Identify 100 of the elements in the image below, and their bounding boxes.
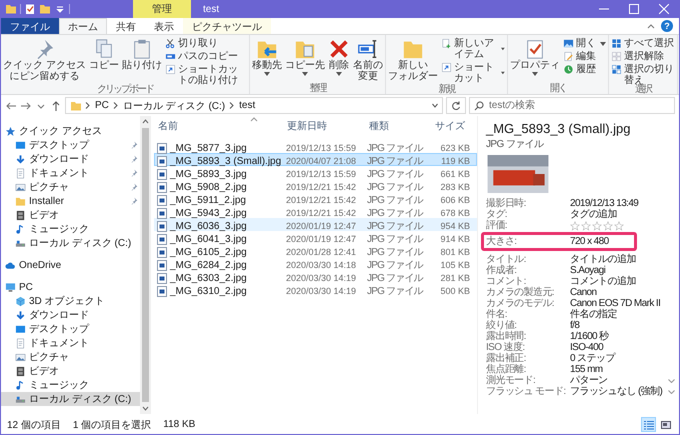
ribbon-button[interactable]: 選択解除 xyxy=(610,50,676,63)
tree-item[interactable]: Installer xyxy=(1,194,140,208)
file-row[interactable]: _MG_6105_2.jpg 2020/01/28 12:41 JPG ファイル 801 KB xyxy=(154,244,477,257)
ribbon-button[interactable]: 貼り付け xyxy=(120,37,163,72)
property-value: 件名の指定 xyxy=(570,309,618,320)
tree-item[interactable]: ビデオ xyxy=(1,208,140,222)
property-value[interactable]: パターン xyxy=(570,375,668,386)
column-header[interactable]: 名前 xyxy=(154,119,283,133)
tree-item[interactable]: デスクトップ xyxy=(1,138,140,152)
help-button[interactable]: ? xyxy=(661,20,673,32)
ribbon-button[interactable]: 履歴 xyxy=(562,63,607,76)
tree-item[interactable]: OneDrive xyxy=(1,258,140,272)
file-row[interactable]: _MG_6303_2.jpg 2020/03/30 14:19 JPG ファイル 281 KB xyxy=(154,270,477,283)
ribbon-button[interactable]: ショートカットの貼り付け xyxy=(164,63,248,87)
ribbon-button[interactable]: プロパティ xyxy=(508,37,561,76)
folder-icon[interactable] xyxy=(39,3,51,15)
file-size: 914 KB xyxy=(439,234,470,244)
ribbon-button[interactable]: パスのコピー xyxy=(164,50,248,63)
file-row[interactable]: _MG_5893_3.jpg 2019/12/13 15:59 JPG ファイル 661 KB xyxy=(154,166,477,179)
modified-date: 2019/12/21 15:42 xyxy=(285,195,358,205)
breadcrumb[interactable]: ローカル ディスク (C:) xyxy=(122,98,226,112)
column-header[interactable]: サイズ xyxy=(431,119,471,133)
pin-icon xyxy=(130,197,138,205)
ribbon-button[interactable]: 新しい フォルダー xyxy=(386,37,439,83)
star-rating[interactable] xyxy=(570,220,624,230)
file-row[interactable]: _MG_6041_3.jpg 2020/01/19 12:47 JPG ファイル 914 KB xyxy=(154,231,477,244)
file-row[interactable]: _MG_5893_3 (Small).jpg 2020/04/07 21:08 JPG ファイル 119 KB xyxy=(154,153,477,166)
tree-item[interactable]: PC xyxy=(1,280,140,294)
back-button[interactable] xyxy=(5,100,17,112)
file-row[interactable]: _MG_6310_2.jpg 2020/03/30 14:19 JPG ファイル 500 KB xyxy=(154,283,477,296)
shortcut-icon xyxy=(440,62,452,73)
ribbon-button[interactable]: クイック アクセス にピン留めする xyxy=(2,37,87,83)
folder-icon xyxy=(70,100,82,112)
file-row[interactable]: _MG_6036_3.jpg 2020/01/19 12:47 JPG ファイル 954 KB xyxy=(154,218,477,231)
ribbon-button[interactable]: 名前の 変更 xyxy=(352,37,384,83)
checklist-icon[interactable] xyxy=(24,3,36,15)
breadcrumb[interactable]: PC xyxy=(94,100,110,111)
ribbon-button[interactable]: ショートカット xyxy=(440,61,506,85)
view-button[interactable] xyxy=(641,417,656,432)
file-row[interactable]: _MG_5911_2.jpg 2019/12/21 15:42 JPG ファイル 606 KB xyxy=(154,192,477,205)
tree-item[interactable]: ダウンロード xyxy=(1,152,140,166)
ribbon-button[interactable]: 編集 xyxy=(562,50,607,63)
scrollbar[interactable] xyxy=(140,116,150,414)
property-value[interactable]: フラッシュなし (強制) xyxy=(570,386,668,397)
tree-item[interactable]: ピクチャ xyxy=(1,350,140,364)
property-value: コメントの追加 xyxy=(570,276,637,287)
tree-item[interactable]: ビデオ xyxy=(1,364,140,378)
ribbon-tab[interactable]: ファイル xyxy=(1,18,59,34)
ribbon-button[interactable]: 削除 xyxy=(326,37,351,76)
folder-icon[interactable] xyxy=(5,3,17,15)
ribbon-tab[interactable]: ホーム xyxy=(59,18,107,34)
up-button[interactable] xyxy=(50,100,62,112)
tree-item[interactable]: ピクチャ xyxy=(1,180,140,194)
tree-item[interactable]: 3D オブジェクト xyxy=(1,294,140,308)
ribbon-button[interactable]: 新しいアイテム xyxy=(440,37,506,61)
breadcrumb[interactable]: test xyxy=(238,100,256,111)
tree-item[interactable]: ダウンロード xyxy=(1,308,140,322)
modified-date: 2019/12/13 15:59 xyxy=(285,143,358,153)
ribbon-button[interactable]: コピー xyxy=(88,37,120,72)
property-label: カメラのモデル: xyxy=(486,298,555,309)
scroll-down-icon xyxy=(142,405,148,412)
file-row[interactable]: _MG_5943_2.jpg 2019/12/21 15:42 JPG ファイル 678 KB xyxy=(154,205,477,218)
desktop-icon xyxy=(15,324,26,334)
refresh-button[interactable] xyxy=(446,97,466,114)
file-size: 954 KB xyxy=(439,221,470,231)
ribbon-tab[interactable]: 共有 xyxy=(107,18,145,34)
file-row[interactable]: _MG_6284_2.jpg 2020/03/30 14:18 JPG ファイル 105 KB xyxy=(154,257,477,270)
property-label: 大きさ: xyxy=(486,236,518,247)
column-header[interactable]: 更新日時 xyxy=(283,119,365,133)
forward-button[interactable] xyxy=(20,100,32,112)
ribbon-button[interactable]: 移動先 xyxy=(250,37,283,76)
column-header[interactable]: 種類 xyxy=(365,119,431,133)
tree-item[interactable]: ドキュメント xyxy=(1,166,140,180)
ribbon-button[interactable]: コピー先 xyxy=(284,37,326,76)
tree-item[interactable]: ミュージック xyxy=(1,378,140,392)
collapse-caret-icon[interactable] xyxy=(647,22,655,30)
tree-item[interactable]: ローカル ディスク (C:) xyxy=(1,392,140,406)
file-type: JPG ファイル xyxy=(366,233,424,246)
address-bar[interactable]: PC ローカル ディスク (C:) test xyxy=(65,97,443,114)
tree-item[interactable]: ローカル ディスク (C:) xyxy=(1,236,140,250)
ribbon-button[interactable]: すべて選択 xyxy=(610,37,676,50)
forward-arrow-icon xyxy=(20,100,32,112)
tree-item[interactable]: デスクトップ xyxy=(1,322,140,336)
search-icon xyxy=(474,100,484,110)
ribbon-button[interactable]: 切り取り xyxy=(164,37,248,50)
ribbon-tab[interactable]: 表示 xyxy=(145,18,183,34)
ribbon-button[interactable]: 開く xyxy=(562,37,607,50)
group-label: 選択 xyxy=(634,84,652,94)
selection-count: 1 個の項目を選択 xyxy=(72,418,152,432)
image-file-icon xyxy=(157,142,167,154)
dropdown-caret-icon[interactable] xyxy=(432,102,438,109)
ribbon-tab[interactable]: ピクチャツール xyxy=(183,18,271,34)
pin-icon xyxy=(130,183,138,191)
tree-item[interactable]: ミュージック xyxy=(1,222,140,236)
search-input[interactable]: testの検索 xyxy=(469,97,675,114)
file-row[interactable]: _MG_5908_2.jpg 2019/12/21 15:42 JPG ファイル 283 KB xyxy=(154,179,477,192)
file-row[interactable]: _MG_5877_3.jpg 2019/12/13 15:59 JPG ファイル 623 KB xyxy=(154,140,477,153)
picture-icon xyxy=(15,352,26,362)
tree-item[interactable]: ドキュメント xyxy=(1,336,140,350)
tree-item[interactable]: クイック アクセス xyxy=(1,124,140,138)
